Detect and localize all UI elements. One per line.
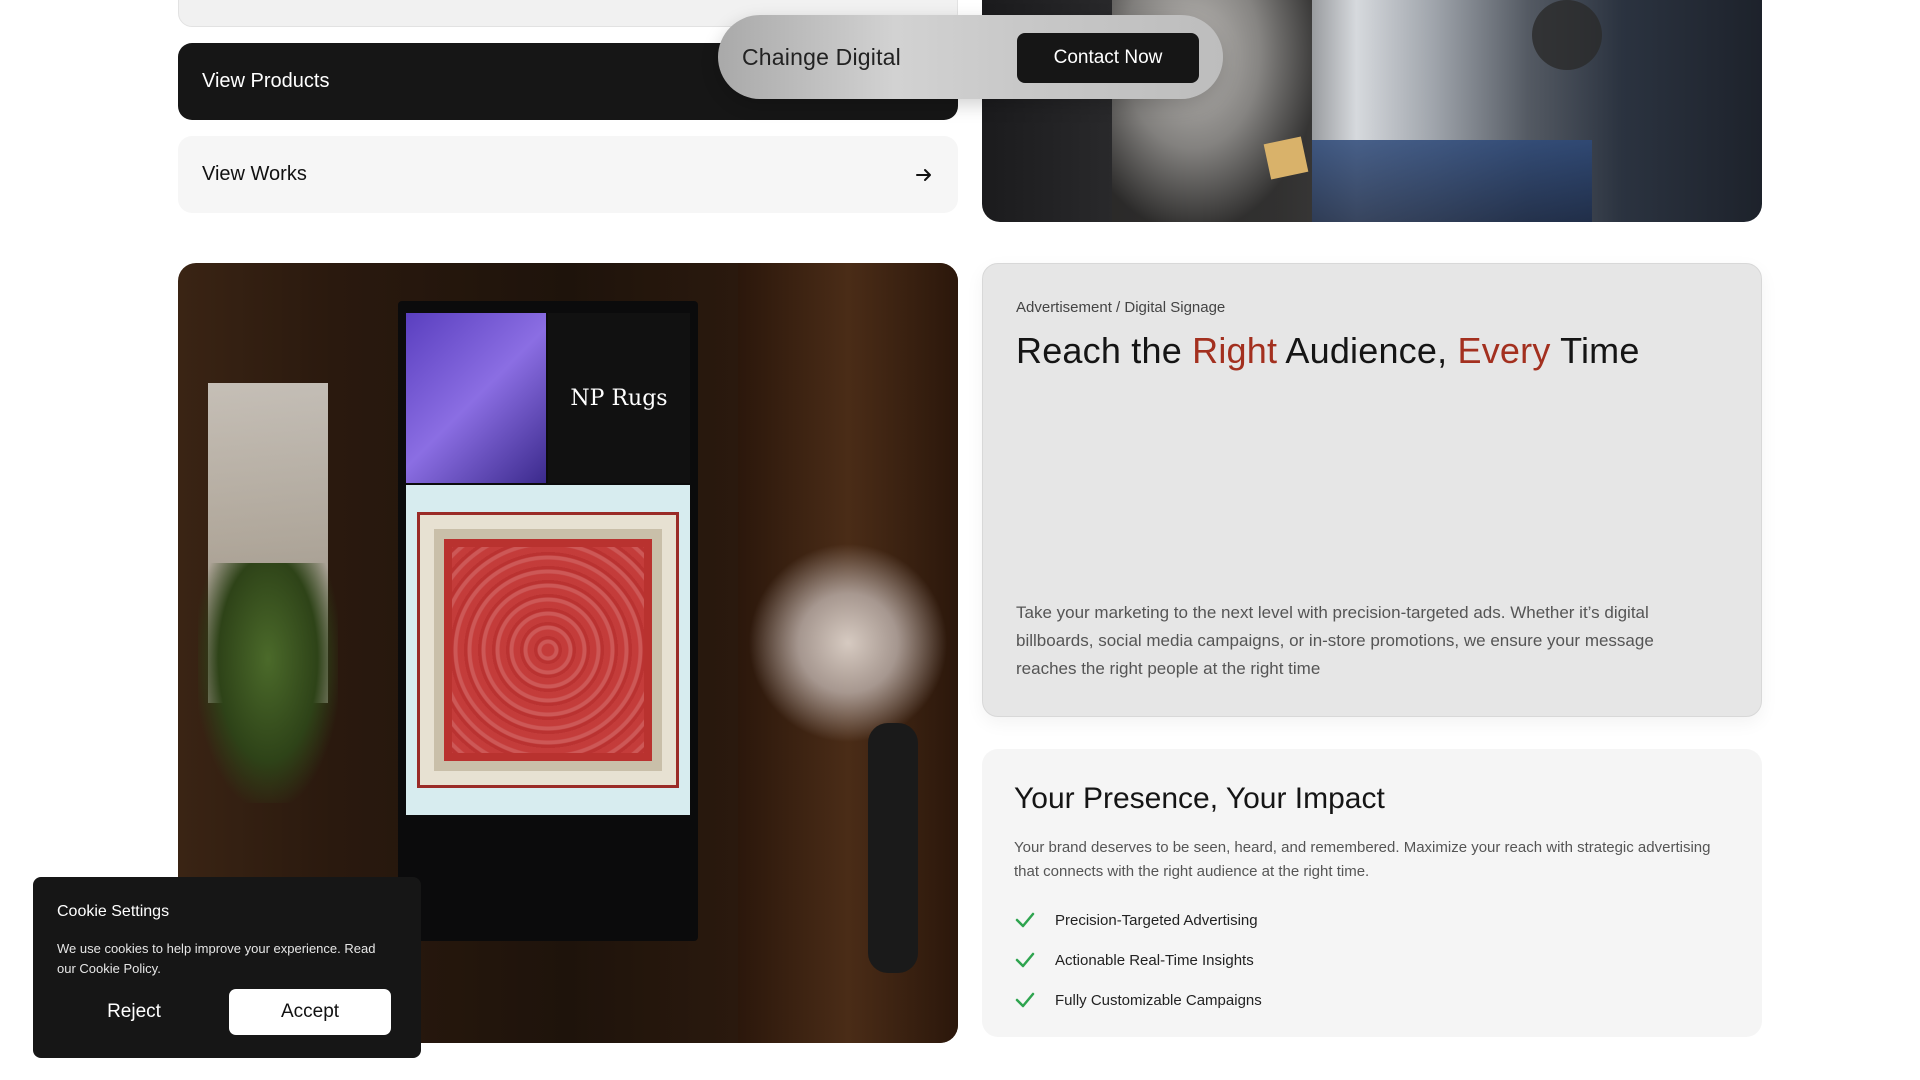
cookie-actions: Reject Accept [53, 989, 409, 1035]
brand-panel: NP Rugs [548, 313, 690, 483]
feature-label: Fully Customizable Campaigns [1055, 991, 1262, 1009]
feature-item: Precision-Targeted Advertising [1014, 900, 1730, 940]
brand-name[interactable]: Chainge Digital [742, 44, 901, 71]
feature-item: Fully Customizable Campaigns [1014, 980, 1730, 1020]
feature-label: Precision-Targeted Advertising [1055, 911, 1258, 929]
yarn-image [406, 313, 546, 483]
plant [198, 563, 338, 803]
sticky-note [1263, 136, 1309, 180]
presence-body: Your brand deserves to be seen, heard, a… [1014, 839, 1711, 880]
advertisement-card: Advertisement / Digital Signage Reach th… [982, 263, 1762, 717]
reject-button[interactable]: Reject [53, 989, 215, 1035]
view-works-button[interactable]: View Works [178, 136, 958, 213]
feature-item: Actionable Real-Time Insights [1014, 940, 1730, 980]
vase [868, 723, 918, 973]
title-part: Reach the [1016, 330, 1193, 371]
presence-card: Your Presence, Your Impact Your brand de… [982, 749, 1762, 1037]
contact-now-button[interactable]: Contact Now [1017, 33, 1199, 83]
title-accent: Right [1192, 330, 1278, 371]
monitor-screen [1312, 140, 1592, 222]
contact-now-label: Contact Now [1053, 47, 1163, 68]
floating-nav: Chainge Digital Contact Now [718, 15, 1223, 99]
check-icon [1015, 992, 1035, 1008]
advertisement-title: Reach the Right Audience, Every Time [1016, 330, 1728, 372]
title-part: Audience, [1277, 330, 1458, 371]
view-works-label: View Works [202, 163, 307, 185]
presence-title: Your Presence, Your Impact [1014, 782, 1385, 815]
rug-panel [406, 485, 690, 815]
check-icon [1015, 952, 1035, 968]
feature-label: Actionable Real-Time Insights [1055, 951, 1254, 969]
flowers [748, 543, 948, 743]
cookie-banner: Cookie Settings We use cookies to help i… [33, 877, 421, 1058]
reject-label: Reject [107, 1001, 161, 1022]
blurred-object [1532, 0, 1602, 70]
breadcrumb: Advertisement / Digital Signage [1016, 299, 1226, 316]
title-part: Time [1550, 330, 1640, 371]
cookie-text: We use cookies to help improve your expe… [57, 941, 376, 976]
advertisement-body: Take your marketing to the next level wi… [1016, 603, 1654, 678]
accept-label: Accept [280, 1001, 340, 1022]
title-accent: Every [1457, 330, 1551, 371]
check-icon [1015, 912, 1035, 928]
rug-image [417, 512, 679, 788]
signage-brand-text: NP Rugs [570, 385, 668, 411]
view-products-label: View Products [202, 70, 330, 92]
arrow-right-icon [916, 168, 931, 181]
cookie-title: Cookie Settings [57, 903, 170, 920]
accept-button[interactable]: Accept [229, 989, 391, 1035]
